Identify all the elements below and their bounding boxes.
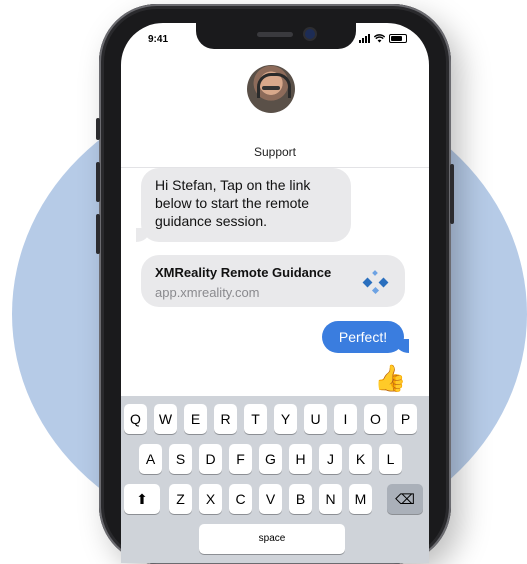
wifi-icon — [374, 34, 385, 43]
key-s[interactable]: S — [169, 444, 192, 474]
incoming-message[interactable]: Hi Stefan, Tap on the link below to star… — [136, 168, 351, 242]
avatar[interactable] — [247, 65, 295, 113]
notch — [196, 23, 356, 49]
key-j[interactable]: J — [319, 444, 342, 474]
front-camera — [305, 29, 315, 39]
volume-up-button — [96, 162, 100, 202]
volume-down-button — [96, 214, 100, 254]
key-o[interactable]: O — [364, 404, 387, 434]
key-w[interactable]: W — [154, 404, 177, 434]
key-m[interactable]: M — [349, 484, 372, 514]
power-button — [450, 164, 454, 224]
battery-icon — [389, 34, 407, 43]
link-preview-card[interactable]: XMReality Remote Guidance app.xmreality.… — [141, 255, 405, 307]
key-d[interactable]: D — [199, 444, 222, 474]
glasses-detail — [262, 86, 280, 90]
delete-icon[interactable]: ⌫ — [387, 484, 423, 514]
signal-icon — [359, 34, 370, 43]
key-u[interactable]: U — [304, 404, 327, 434]
contact-name[interactable]: Support — [121, 145, 429, 159]
shift-icon[interactable]: ⬆ — [124, 484, 160, 514]
key-q[interactable]: Q — [124, 404, 147, 434]
outgoing-message[interactable]: Perfect! — [322, 321, 409, 353]
key-t[interactable]: T — [244, 404, 267, 434]
thumbs-up-icon[interactable]: 👍 — [374, 363, 406, 393]
key-f[interactable]: F — [229, 444, 252, 474]
status-icons — [359, 34, 407, 43]
status-time: 9:41 — [148, 34, 169, 45]
key-a[interactable]: A — [139, 444, 162, 474]
key-b[interactable]: B — [289, 484, 312, 514]
space-key[interactable]: space — [199, 524, 345, 554]
key-e[interactable]: E — [184, 404, 207, 434]
key-i[interactable]: I — [334, 404, 357, 434]
key-g[interactable]: G — [259, 444, 282, 474]
conversation-header: Support — [121, 49, 429, 168]
speaker-grille — [257, 32, 293, 37]
phone-screen: 9:41 Support Hi Stefan, Tap on the link … — [121, 23, 429, 563]
keyboard: Q W E R T Y U I O P A S D F G H J K L ⬆ … — [121, 396, 429, 563]
key-y[interactable]: Y — [274, 404, 297, 434]
key-x[interactable]: X — [199, 484, 222, 514]
key-p[interactable]: P — [394, 404, 417, 434]
key-r[interactable]: R — [214, 404, 237, 434]
key-z[interactable]: Z — [169, 484, 192, 514]
key-l[interactable]: L — [379, 444, 402, 474]
key-c[interactable]: C — [229, 484, 252, 514]
key-h[interactable]: H — [289, 444, 312, 474]
key-n[interactable]: N — [319, 484, 342, 514]
key-v[interactable]: V — [259, 484, 282, 514]
xmreality-logo-icon — [359, 269, 393, 295]
mute-switch — [96, 118, 100, 140]
link-url: app.xmreality.com — [155, 285, 260, 300]
key-k[interactable]: K — [349, 444, 372, 474]
link-title: XMReality Remote Guidance — [155, 265, 332, 280]
